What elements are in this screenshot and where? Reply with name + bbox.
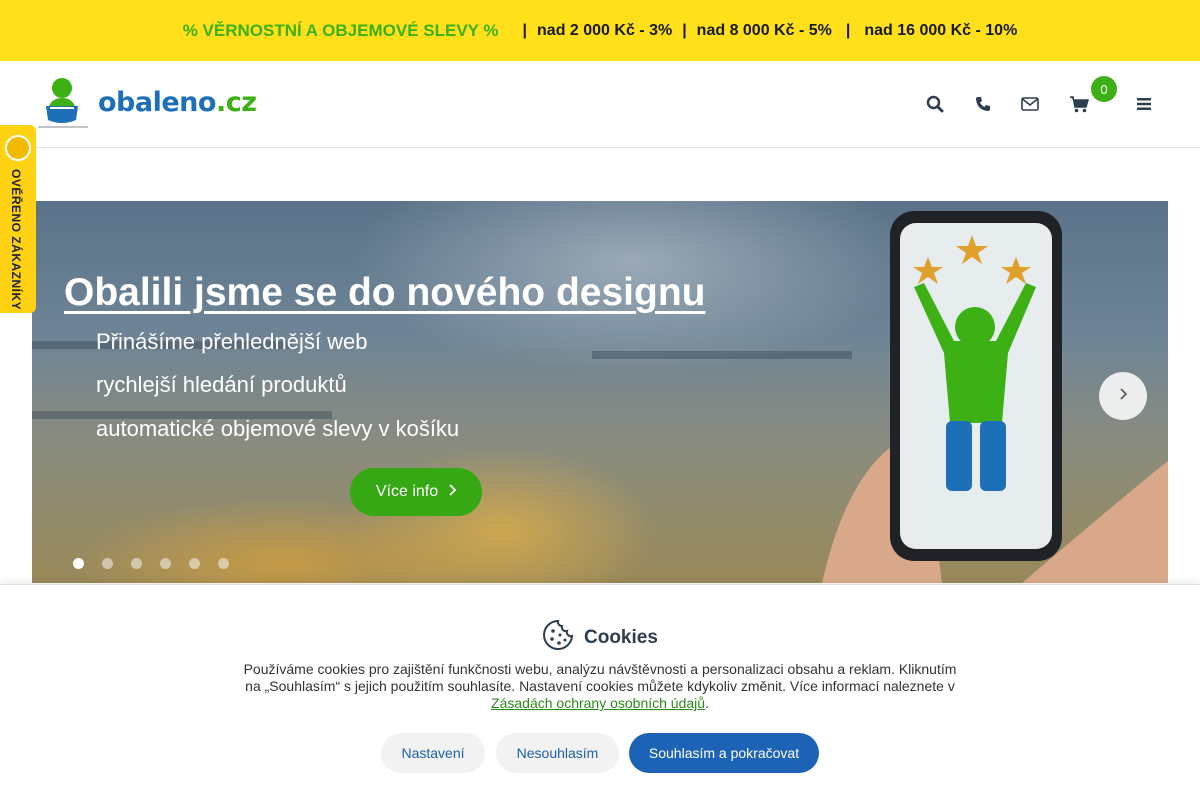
cookie-header: Cookies xyxy=(542,619,658,656)
promo-highlight: % VĚRNOSTNÍ A OBJEMOVÉ SLEVY % xyxy=(182,20,499,40)
chevron-right-icon xyxy=(1119,387,1128,405)
logo-mark-icon xyxy=(36,76,90,128)
cookie-consent-bar: Cookies Používáme cookies pro zajištění … xyxy=(0,584,1200,800)
hero-line: Přinášíme přehlednější web xyxy=(96,329,368,354)
promo-separator: | xyxy=(845,21,851,39)
cart-icon[interactable] xyxy=(1066,91,1092,117)
site-logo[interactable]: obaleno.cz xyxy=(36,76,257,128)
slider-dots xyxy=(73,558,229,569)
promo-bar: % VĚRNOSTNÍ A OBJEMOVÉ SLEVY % | nad 2 0… xyxy=(0,0,1200,61)
cart-count-badge[interactable]: 0 xyxy=(1091,76,1117,102)
slider-dot[interactable] xyxy=(189,558,200,569)
hero-line: automatické objemové slevy v košíku xyxy=(96,416,460,441)
phone-icon[interactable] xyxy=(970,91,996,117)
slider-dot[interactable] xyxy=(218,558,229,569)
verified-seal-icon xyxy=(5,135,31,161)
hero-line: rychlejší hledání produktů xyxy=(96,372,347,397)
search-icon[interactable] xyxy=(922,91,948,117)
promo-separator: | xyxy=(522,21,528,39)
more-info-button[interactable]: Více info xyxy=(350,468,482,516)
hero-title[interactable]: Obalili jsme se do nového designu xyxy=(64,271,705,315)
logo-text: obaleno.cz xyxy=(98,86,257,118)
cookie-accept-button[interactable]: Souhlasím a pokračovat xyxy=(629,733,819,773)
privacy-policy-link[interactable]: Zásadách ochrany osobních údajů xyxy=(491,695,705,711)
cookie-text: Používáme cookies pro zajištění funkčnos… xyxy=(243,661,957,711)
cookie-settings-button[interactable]: Nastavení xyxy=(381,733,485,773)
slider-dot[interactable] xyxy=(102,558,113,569)
envelope-icon[interactable] xyxy=(1017,91,1043,117)
cookie-icon xyxy=(542,619,574,656)
site-header: obaleno.cz 0 xyxy=(0,61,1200,148)
promo-tier-3: nad 16 000 Kč - 10% xyxy=(864,21,1018,39)
verified-customers-badge[interactable]: OVĚŘENO ZÁKAZNÍKY xyxy=(0,125,36,313)
cookie-decline-button[interactable]: Nesouhlasím xyxy=(496,733,619,773)
cookie-title: Cookies xyxy=(584,626,658,648)
promo-tier-2: nad 8 000 Kč - 5% xyxy=(696,21,832,39)
more-info-label: Více info xyxy=(375,483,439,500)
slider-next-button[interactable] xyxy=(1099,372,1147,420)
slider-dot[interactable] xyxy=(73,558,84,569)
hero-slider: Obalili jsme se do nového designu Přináš… xyxy=(32,201,1168,583)
slider-dot[interactable] xyxy=(131,558,142,569)
menu-icon[interactable] xyxy=(1131,91,1157,117)
promo-tier-1: nad 2 000 Kč - 3% xyxy=(537,21,673,39)
chevron-right-icon xyxy=(448,483,457,501)
slider-dot[interactable] xyxy=(160,558,171,569)
promo-separator: | xyxy=(682,21,687,39)
verified-badge-text: OVĚŘENO ZÁKAZNÍKY xyxy=(9,169,23,311)
